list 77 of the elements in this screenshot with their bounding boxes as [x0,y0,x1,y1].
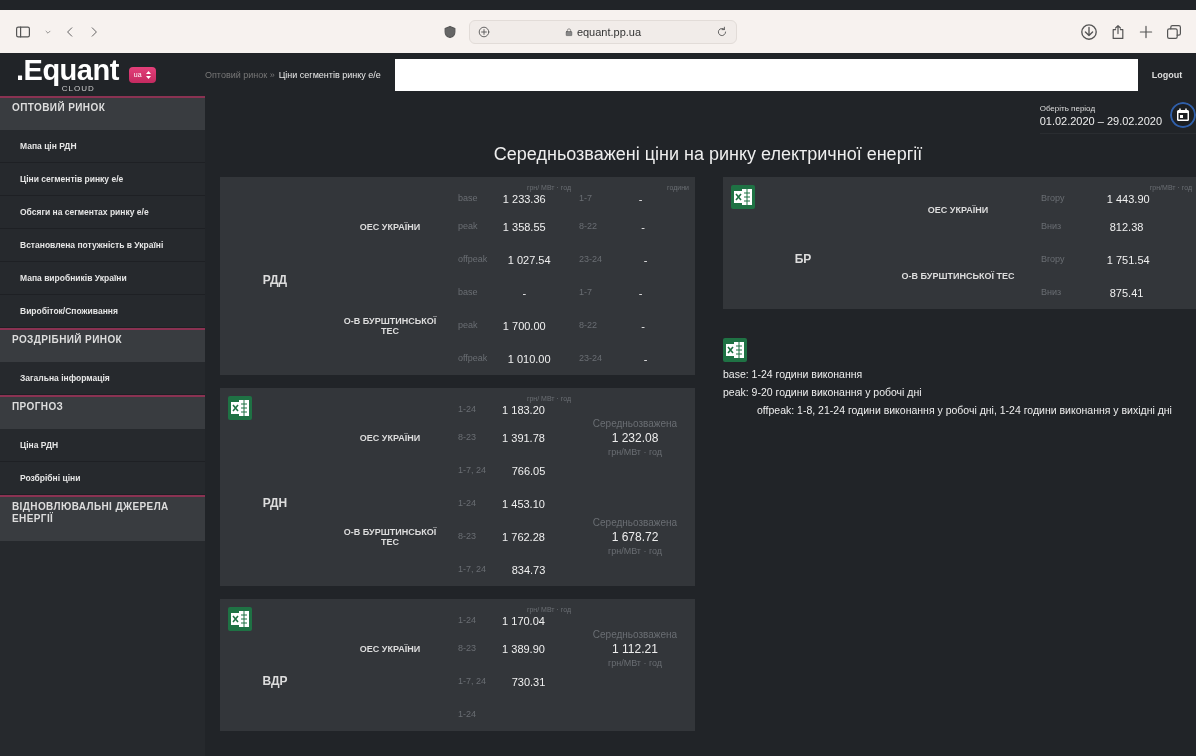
zone-label: ОЕС УКРАЇНИ [359,643,421,654]
price-value: - [521,286,528,299]
legend-text: base: 1-24 години виконання [723,368,864,380]
average-value: 1 112.21 [612,642,658,656]
sidebar-section-header[interactable]: ОПТОВИЙ РИНОК [0,96,205,130]
price-value: 1 443.90 [1105,192,1151,205]
url-text: equant.pp.ua [576,25,642,38]
average-value: 1 232.08 [611,431,659,445]
plus-icon[interactable] [1138,23,1154,40]
hours-value: - [640,220,646,233]
legend-text: offpeak: 1-8, 21-24 години виконання у робочі дні, 1-24 години виконання у вихідні дні [756,404,1173,416]
price-value: 1 183.20 [501,403,546,416]
shield-icon[interactable] [443,23,457,40]
sidebar-item[interactable]: Встановлена потужність в Україні [0,229,205,262]
price-value: 1 391.78 [501,431,546,444]
sidebar-item[interactable]: Мапа цін РДН [0,130,205,163]
hours-value: - [640,319,646,332]
price-value: 1 700.00 [501,319,547,332]
spreadsheet-icon[interactable] [228,607,252,631]
up-down-arrows-icon [145,70,151,79]
search-field[interactable] [394,58,1138,91]
price-value: 1 027.54 [506,253,552,266]
price-value: 1 010.00 [506,352,552,365]
lock-icon [564,26,573,37]
share-icon[interactable] [1110,22,1126,41]
legend-text: peak: 9-20 години виконання у робочі дні [723,386,923,398]
sidebar-section-header[interactable]: ПРОГНОЗ [0,395,205,429]
breadcrumb-item: Ціни сегментів ринку е/е [278,69,381,80]
sidebar-item[interactable]: Обсяги на сегментах ринку е/е [0,196,205,229]
sidebar-item[interactable]: Ціни сегментів ринку е/е [0,163,205,196]
zone-label: ОЕС УКРАЇНИ [359,221,421,232]
breadcrumb-item[interactable]: Оптовий ринок » [205,69,275,80]
reload-icon[interactable] [716,25,728,38]
zone-label: ОЕС УКРАЇНИ [927,205,989,215]
zone-label: О-В БУРШТИНСЬКОЇ ТЕС [342,526,438,547]
spreadsheet-icon[interactable] [228,396,252,420]
spreadsheet-icon[interactable] [731,185,755,209]
hours-value: - [637,286,644,299]
sidebar-item[interactable]: Ціна РДН [0,429,205,462]
hours-value: - [637,192,644,205]
price-value: 1 751.54 [1105,253,1151,266]
price-value: 1 233.36 [501,192,547,205]
price-value: 1 762.28 [501,530,546,543]
zone-label: О-В БУРШТИНСЬКОЇ ТЕС [901,271,1015,281]
segment-label: БР [794,252,813,266]
price-value: 1 358.55 [501,220,547,233]
price-value: 834.73 [510,563,547,576]
price-value: 730.31 [510,675,547,688]
hours-value: - [642,253,649,266]
page-title: Середньозважені ціни на ринку електричної енергії [492,144,924,165]
logo: .Equant [16,56,119,84]
spreadsheet-icon[interactable] [723,338,747,362]
period-label: Оберіть період [1039,103,1097,113]
price-value: 812.38 [1108,220,1145,233]
price-value: 1 453.10 [501,497,546,510]
calendar-icon[interactable] [1170,102,1196,128]
sidebar-section-header[interactable]: ВІДНОВЛЮВАЛЬНІ ДЖЕРЕЛА ЕНЕРГІЇ [0,495,205,541]
price-value: 766.05 [510,464,547,477]
add-circle-icon[interactable] [478,25,490,38]
price-value: 1 170.04 [501,614,546,627]
price-value: 875.41 [1108,286,1145,299]
sidebar-section-header[interactable]: РОЗДРІБНИЙ РИНОК [0,328,205,362]
sidebar-item[interactable]: Мапа виробників України [0,262,205,295]
download-icon[interactable] [1080,22,1098,41]
average-value: 1 678.72 [611,530,659,544]
address-bar[interactable]: equant.pp.ua [469,19,737,44]
zone-label: ОЕС УКРАЇНИ [359,432,421,443]
hours-value: - [642,352,649,365]
logout-button[interactable]: Logout [1138,68,1196,81]
tabs-icon[interactable] [1166,23,1182,40]
segment-label: РДН [262,496,289,510]
segment-label: РДД [262,273,289,287]
period-value[interactable]: 01.02.2020 – 29.02.2020 [1039,114,1162,127]
segment-label: ВДР [262,674,289,688]
zone-label: О-В БУРШТИНСЬКОЇ ТЕС [342,315,438,336]
logo-subtitle: CLOUD [61,84,95,93]
price-value: 1 389.90 [501,642,546,655]
